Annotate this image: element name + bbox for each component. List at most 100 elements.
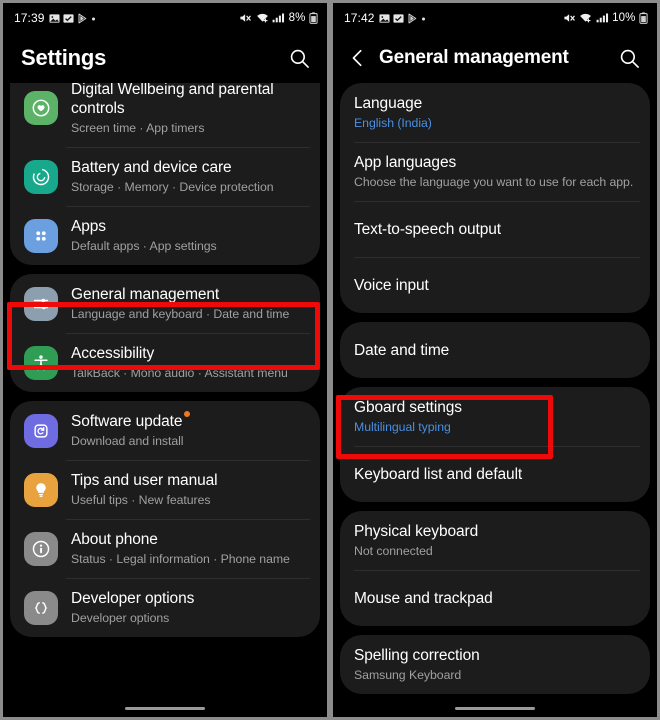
list-item-language[interactable]: Language English (India): [340, 83, 650, 142]
list-item-date-and-time[interactable]: Date and time: [340, 322, 650, 378]
list-item-keyboard-list-default[interactable]: Keyboard list and default: [340, 446, 650, 502]
settings-group: General management Language and keyboard…: [10, 274, 320, 392]
list-item-subtitle: Screen time · App timers: [71, 121, 205, 135]
gesture-bar: [3, 706, 327, 710]
list-item[interactable]: Digital Wellbeing and parental controls …: [10, 83, 320, 147]
list-item-subtitle: Developer options: [71, 611, 170, 625]
sidebar-item-general-management[interactable]: General management Language and keyboard…: [10, 274, 320, 333]
list-item-title: App languages: [354, 154, 457, 171]
mute-icon: [239, 12, 252, 24]
list-item-texts: Physical keyboard Not connected: [354, 522, 636, 559]
list-item[interactable]: Battery and device care Storage · Memory…: [10, 147, 320, 206]
settings-group: Digital Wellbeing and parental controls …: [10, 83, 320, 265]
left-status-bar: 17:39 8%: [3, 3, 327, 33]
mute-icon: [563, 12, 576, 24]
accessibility-icon: [24, 345, 58, 380]
code-braces-icon: [24, 590, 58, 625]
list-item-texts: Developer options Developer options: [71, 589, 306, 626]
back-chevron-icon[interactable]: [345, 45, 371, 71]
update-badge-dot: [184, 411, 191, 417]
list-item-title: Software update: [71, 411, 191, 431]
list-item-tts-output[interactable]: Text-to-speech output: [340, 201, 650, 257]
settings-group: Spelling correction Samsung Keyboard: [340, 635, 650, 694]
list-item-subtitle: Default apps · App settings: [71, 239, 217, 253]
sidebar-item-software-update[interactable]: Software update Download and install: [10, 401, 320, 460]
left-settings-list[interactable]: Digital Wellbeing and parental controls …: [3, 83, 327, 717]
info-icon: [24, 531, 58, 566]
battery-icon: [309, 12, 318, 24]
sidebar-item-about-phone[interactable]: About phone Status · Legal information ·…: [10, 519, 320, 578]
sidebar-item-developer-options[interactable]: Developer options Developer options: [10, 578, 320, 637]
list-item-title: Accessibility: [71, 345, 155, 362]
list-item-subtitle: Choose the language you want to use for …: [354, 175, 634, 189]
list-item-gboard-settings[interactable]: Gboard settings Multilingual typing: [340, 387, 650, 446]
status-time: 17:39: [14, 11, 45, 25]
gallery-icon: [48, 13, 60, 24]
list-item-subtitle: English (India): [354, 116, 432, 130]
list-item-texts: Mouse and trackpad: [354, 589, 636, 608]
list-item-texts: Spelling correction Samsung Keyboard: [354, 646, 636, 683]
software-update-icon: [24, 413, 58, 448]
list-item-title: Digital Wellbeing and parental controls: [71, 83, 274, 117]
status-notification-icons: [378, 13, 426, 24]
list-item[interactable]: Apps Default apps · App settings: [10, 206, 320, 265]
list-item-texts: Keyboard list and default: [354, 465, 636, 484]
checkbox-icon: [392, 13, 404, 24]
status-bar-right: 8%: [239, 12, 318, 24]
list-item-subtitle: Not connected: [354, 544, 433, 558]
list-item-texts: Date and time: [354, 341, 636, 360]
list-item-title: About phone: [71, 531, 158, 548]
signal-icon: [596, 12, 609, 24]
dot-icon: [91, 13, 96, 24]
play-store-icon: [77, 13, 88, 24]
status-time: 17:42: [344, 11, 375, 25]
right-settings-list[interactable]: Language English (India) App languages C…: [333, 83, 657, 717]
list-item-texts: About phone Status · Legal information ·…: [71, 530, 306, 567]
list-item-voice-input[interactable]: Voice input: [340, 257, 650, 313]
list-item-title: Date and time: [354, 341, 450, 359]
list-item-subtitle: Language and keyboard · Date and time: [71, 307, 290, 321]
battery-icon: [639, 12, 648, 24]
list-item-physical-keyboard[interactable]: Physical keyboard Not connected: [340, 511, 650, 570]
list-item-subtitle: Useful tips · New features: [71, 493, 211, 507]
list-item-texts: Language English (India): [354, 94, 636, 131]
search-icon[interactable]: [615, 44, 643, 72]
list-item-texts: Digital Wellbeing and parental controls …: [71, 83, 306, 136]
list-item-subtitle: Samsung Keyboard: [354, 668, 462, 682]
list-item-subtitle: Multilingual typing: [354, 420, 451, 434]
list-item-spelling-correction[interactable]: Spelling correction Samsung Keyboard: [340, 635, 650, 694]
right-title-bar: General management: [333, 33, 657, 83]
list-item-title: Physical keyboard: [354, 523, 479, 540]
wifi-icon: [579, 12, 592, 24]
list-item-subtitle: Storage · Memory · Device protection: [71, 180, 274, 194]
list-item-title: Battery and device care: [71, 159, 232, 176]
gesture-bar: [333, 706, 657, 710]
left-phone-screenshot: 17:39 8% Settings Digital Wellbeing and …: [0, 0, 330, 720]
gallery-icon: [378, 13, 390, 24]
list-item-title: Tips and user manual: [71, 472, 218, 489]
list-item-title: Gboard settings: [354, 399, 462, 416]
lightbulb-icon: [24, 472, 58, 507]
list-item-title: Developer options: [71, 590, 195, 607]
list-item-title: Voice input: [354, 276, 429, 294]
signal-icon: [272, 12, 285, 24]
settings-group: Physical keyboard Not connected Mouse an…: [340, 511, 650, 626]
search-icon[interactable]: [285, 44, 313, 72]
list-item-app-languages[interactable]: App languages Choose the language you wa…: [340, 142, 650, 201]
list-item-subtitle: Status · Legal information · Phone name: [71, 552, 290, 566]
sidebar-item-accessibility[interactable]: Accessibility TalkBack · Mono audio · As…: [10, 333, 320, 392]
settings-group: Software update Download and install Tip…: [10, 401, 320, 637]
status-notification-icons: [48, 13, 96, 24]
wifi-icon: [256, 12, 269, 24]
sidebar-item-tips[interactable]: Tips and user manual Useful tips · New f…: [10, 460, 320, 519]
settings-group: Gboard settings Multilingual typing Keyb…: [340, 387, 650, 502]
right-status-bar: 17:42 10%: [333, 3, 657, 33]
list-item-texts: Text-to-speech output: [354, 220, 636, 239]
list-item-title: Text-to-speech output: [354, 220, 501, 238]
status-bar-left: 17:39: [14, 11, 96, 25]
page-title: General management: [379, 47, 569, 68]
list-item-title: Keyboard list and default: [354, 465, 523, 483]
battery-care-icon: [24, 159, 58, 194]
list-item-mouse-trackpad[interactable]: Mouse and trackpad: [340, 570, 650, 626]
list-item-title: Mouse and trackpad: [354, 589, 493, 607]
